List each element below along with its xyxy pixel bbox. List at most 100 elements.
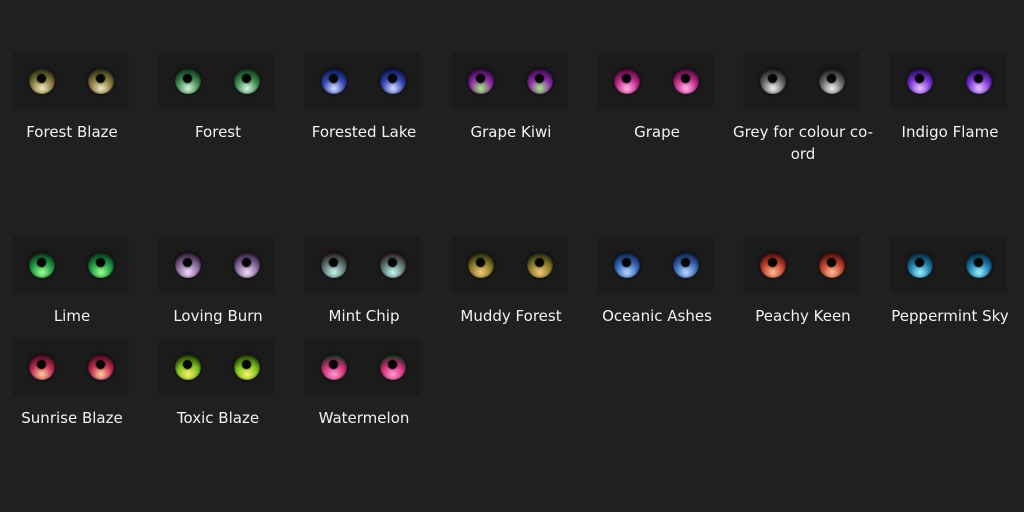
pupil-icon bbox=[96, 360, 105, 369]
swatch-thumbnail[interactable] bbox=[304, 52, 421, 110]
pupil-icon bbox=[827, 258, 836, 267]
swatch-thumbnail[interactable] bbox=[158, 236, 275, 294]
swatch-thumbnail[interactable] bbox=[451, 236, 568, 294]
pupil-icon bbox=[974, 258, 983, 267]
swatch-tile-indigo-flame[interactable]: Indigo Flame bbox=[878, 52, 1007, 143]
swatch-thumbnail[interactable] bbox=[12, 52, 129, 110]
eye-swatch-icon bbox=[380, 354, 406, 380]
pupil-icon bbox=[242, 360, 251, 369]
eye-swatch-icon bbox=[234, 252, 260, 278]
swatch-tile-loving-burn[interactable]: Loving Burn bbox=[146, 236, 275, 327]
swatch-thumbnail[interactable] bbox=[743, 52, 860, 110]
eye-swatch-icon bbox=[819, 68, 845, 94]
eye-swatch-icon bbox=[175, 354, 201, 380]
pupil-icon bbox=[535, 74, 544, 83]
eye-swatch-icon bbox=[614, 68, 640, 94]
pupil-icon bbox=[329, 360, 338, 369]
swatch-thumbnail[interactable] bbox=[890, 236, 1007, 294]
pupil-icon bbox=[96, 74, 105, 83]
swatch-label: Loving Burn bbox=[173, 307, 263, 325]
swatch-tile-forest-blaze[interactable]: Forest Blaze bbox=[0, 52, 129, 143]
eye-swatch-icon bbox=[175, 252, 201, 278]
eye-swatch-icon bbox=[380, 252, 406, 278]
swatch-tile-watermelon[interactable]: Watermelon bbox=[292, 338, 421, 429]
swatch-gallery: Forest Blaze Forest Forested Lake Grape Kiw… bbox=[0, 0, 1024, 512]
pupil-icon bbox=[242, 74, 251, 83]
swatch-label: Forest Blaze bbox=[26, 123, 118, 141]
eye-swatch-icon bbox=[527, 252, 553, 278]
pupil-icon bbox=[37, 360, 46, 369]
pupil-icon bbox=[622, 258, 631, 267]
pupil-icon bbox=[96, 258, 105, 267]
eye-swatch-icon bbox=[321, 354, 347, 380]
eye-swatch-icon bbox=[966, 252, 992, 278]
swatch-label: Grey for colour co-ord bbox=[732, 123, 874, 163]
swatch-tile-lime[interactable]: Lime bbox=[0, 236, 129, 327]
eye-swatch-icon bbox=[673, 68, 699, 94]
swatch-thumbnail[interactable] bbox=[12, 338, 129, 396]
pupil-icon bbox=[915, 74, 924, 83]
pupil-icon bbox=[681, 74, 690, 83]
swatch-thumbnail[interactable] bbox=[451, 52, 568, 110]
pupil-icon bbox=[388, 74, 397, 83]
eye-swatch-icon bbox=[380, 68, 406, 94]
swatch-thumbnail[interactable] bbox=[304, 236, 421, 294]
swatch-label: Lime bbox=[53, 307, 91, 325]
eye-swatch-icon bbox=[29, 68, 55, 94]
eye-swatch-icon bbox=[234, 68, 260, 94]
swatch-label: Forest bbox=[194, 123, 242, 141]
swatch-tile-peachy-keen[interactable]: Peachy Keen bbox=[731, 236, 860, 327]
swatch-label: Peppermint Sky bbox=[891, 307, 1009, 325]
eye-swatch-icon bbox=[614, 252, 640, 278]
eye-swatch-icon bbox=[321, 252, 347, 278]
swatch-label: Sunrise Blaze bbox=[21, 409, 123, 427]
swatch-tile-mint-chip[interactable]: Mint Chip bbox=[292, 236, 421, 327]
swatch-thumbnail[interactable] bbox=[890, 52, 1007, 110]
swatch-tile-muddy-forest[interactable]: Muddy Forest bbox=[439, 236, 568, 327]
swatch-tile-forested-lake[interactable]: Forested Lake bbox=[292, 52, 421, 143]
pupil-icon bbox=[183, 258, 192, 267]
swatch-thumbnail[interactable] bbox=[158, 338, 275, 396]
eye-swatch-icon bbox=[175, 68, 201, 94]
eye-swatch-icon bbox=[321, 68, 347, 94]
swatch-label: Indigo Flame bbox=[901, 123, 999, 141]
eye-swatch-icon bbox=[29, 252, 55, 278]
eye-swatch-icon bbox=[819, 252, 845, 278]
pupil-icon bbox=[388, 360, 397, 369]
swatch-tile-grape[interactable]: Grape bbox=[585, 52, 714, 143]
pupil-icon bbox=[329, 74, 338, 83]
eye-swatch-icon bbox=[88, 252, 114, 278]
pupil-icon bbox=[681, 258, 690, 267]
pupil-icon bbox=[535, 258, 544, 267]
swatch-tile-forest[interactable]: Forest bbox=[146, 52, 275, 143]
swatch-tile-peppermint-sky[interactable]: Peppermint Sky bbox=[878, 236, 1009, 327]
pupil-icon bbox=[768, 74, 777, 83]
swatch-label: Toxic Blaze bbox=[176, 409, 260, 427]
eye-swatch-icon bbox=[760, 68, 786, 94]
swatch-thumbnail[interactable] bbox=[158, 52, 275, 110]
pupil-icon bbox=[827, 74, 836, 83]
swatch-tile-grey-for-colour-co-ord[interactable]: Grey for colour co-ord bbox=[731, 52, 873, 165]
eye-swatch-icon bbox=[673, 252, 699, 278]
swatch-label: Oceanic Ashes bbox=[602, 307, 712, 325]
swatch-thumbnail[interactable] bbox=[304, 338, 421, 396]
eye-swatch-icon bbox=[234, 354, 260, 380]
swatch-tile-sunrise-blaze[interactable]: Sunrise Blaze bbox=[0, 338, 129, 429]
pupil-icon bbox=[37, 258, 46, 267]
pupil-icon bbox=[242, 258, 251, 267]
eye-swatch-icon bbox=[88, 354, 114, 380]
swatch-tile-toxic-blaze[interactable]: Toxic Blaze bbox=[146, 338, 275, 429]
pupil-icon bbox=[476, 258, 485, 267]
pupil-icon bbox=[622, 74, 631, 83]
pupil-icon bbox=[974, 74, 983, 83]
swatch-thumbnail[interactable] bbox=[597, 52, 714, 110]
swatch-tile-grape-kiwi[interactable]: Grape Kiwi bbox=[439, 52, 568, 143]
swatch-thumbnail[interactable] bbox=[597, 236, 714, 294]
eye-swatch-icon bbox=[468, 252, 494, 278]
swatch-thumbnail[interactable] bbox=[12, 236, 129, 294]
pupil-icon bbox=[915, 258, 924, 267]
swatch-thumbnail[interactable] bbox=[743, 236, 860, 294]
eye-swatch-icon bbox=[527, 68, 553, 94]
eye-swatch-icon bbox=[966, 68, 992, 94]
swatch-tile-oceanic-ashes[interactable]: Oceanic Ashes bbox=[585, 236, 714, 327]
